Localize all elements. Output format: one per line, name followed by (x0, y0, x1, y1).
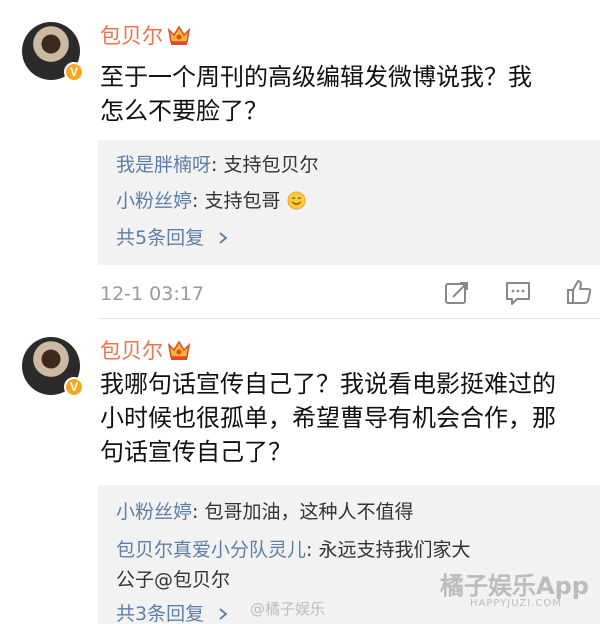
comment-text-line: 句话宣传自己了？ (100, 438, 292, 466)
comment-text-line: 我哪句话宣传自己了？我说看电影挺难过的 (100, 370, 556, 398)
more-replies-link[interactable]: 共3条回复 (116, 599, 230, 624)
more-replies-link[interactable]: 共5条回复 (116, 223, 230, 250)
comment-text: 我哪句话宣传自己了？我说看电影挺难过的 小时候也很孤单，希望曹导有机会合作，那 … (100, 367, 580, 469)
avatar[interactable]: V (22, 22, 84, 82)
reply-box: 我是胖楠呀: 支持包贝尔 小粉丝婷: 支持包哥 共5条回复 (98, 140, 600, 265)
chevron-right-icon (219, 232, 228, 244)
reply-text: : 支持包贝尔 (211, 154, 319, 176)
reply-line[interactable]: 公子@包贝尔 (116, 565, 230, 592)
like-icon[interactable] (565, 278, 593, 306)
reply-nick[interactable]: 小粉丝婷 (116, 190, 192, 212)
chevron-right-icon (219, 608, 228, 620)
reply-line[interactable]: 包贝尔真爱小分队灵儿: 永远支持我们家大 (116, 535, 470, 562)
reply-text: 公子@包贝尔 (116, 569, 231, 591)
reply-text: : 永远支持我们家大 (306, 539, 471, 561)
comment-text-line: 至于一个周刊的高级编辑发微博说我？我 (100, 63, 532, 91)
divider (98, 318, 600, 319)
reply-line[interactable]: 小粉丝婷: 包哥加油，这种人不值得 (116, 497, 413, 524)
avatar[interactable]: V (22, 337, 84, 397)
more-replies-label: 共5条回复 (116, 227, 205, 249)
comment-icon[interactable] (504, 279, 532, 307)
comment-time: 12-1 03:17 (100, 283, 204, 305)
comment-text: 至于一个周刊的高级编辑发微博说我？我 怎么不要脸了？ (100, 60, 570, 128)
reply-nick[interactable]: 小粉丝婷 (116, 501, 192, 523)
watermark-site: HAPPYJUZI.COM (470, 598, 562, 609)
verified-icon: V (64, 62, 84, 82)
reply-text: : 包哥加油，这种人不值得 (192, 501, 414, 523)
repost-icon[interactable] (443, 279, 471, 307)
watermark-weibo: @橘子娱乐 (250, 600, 326, 618)
smile-emoji-icon (286, 191, 306, 210)
username[interactable]: 包贝尔 (100, 335, 163, 365)
reply-nick[interactable]: 包贝尔真爱小分队灵儿 (116, 539, 306, 561)
reply-text: : 支持包哥 (192, 190, 281, 212)
username[interactable]: 包贝尔 (100, 20, 163, 50)
more-replies-label: 共3条回复 (116, 603, 205, 624)
reply-nick[interactable]: 我是胖楠呀 (116, 154, 211, 176)
verified-icon: V (64, 377, 84, 397)
reply-line[interactable]: 小粉丝婷: 支持包哥 (116, 186, 306, 213)
crown-icon (167, 340, 191, 360)
reply-line[interactable]: 我是胖楠呀: 支持包贝尔 (116, 150, 318, 177)
watermark-app: 橘子娱乐App (440, 572, 589, 600)
comment-text-line: 怎么不要脸了？ (100, 97, 268, 125)
comment-text-line: 小时候也很孤单，希望曹导有机会合作，那 (100, 404, 556, 432)
crown-icon (167, 25, 191, 45)
